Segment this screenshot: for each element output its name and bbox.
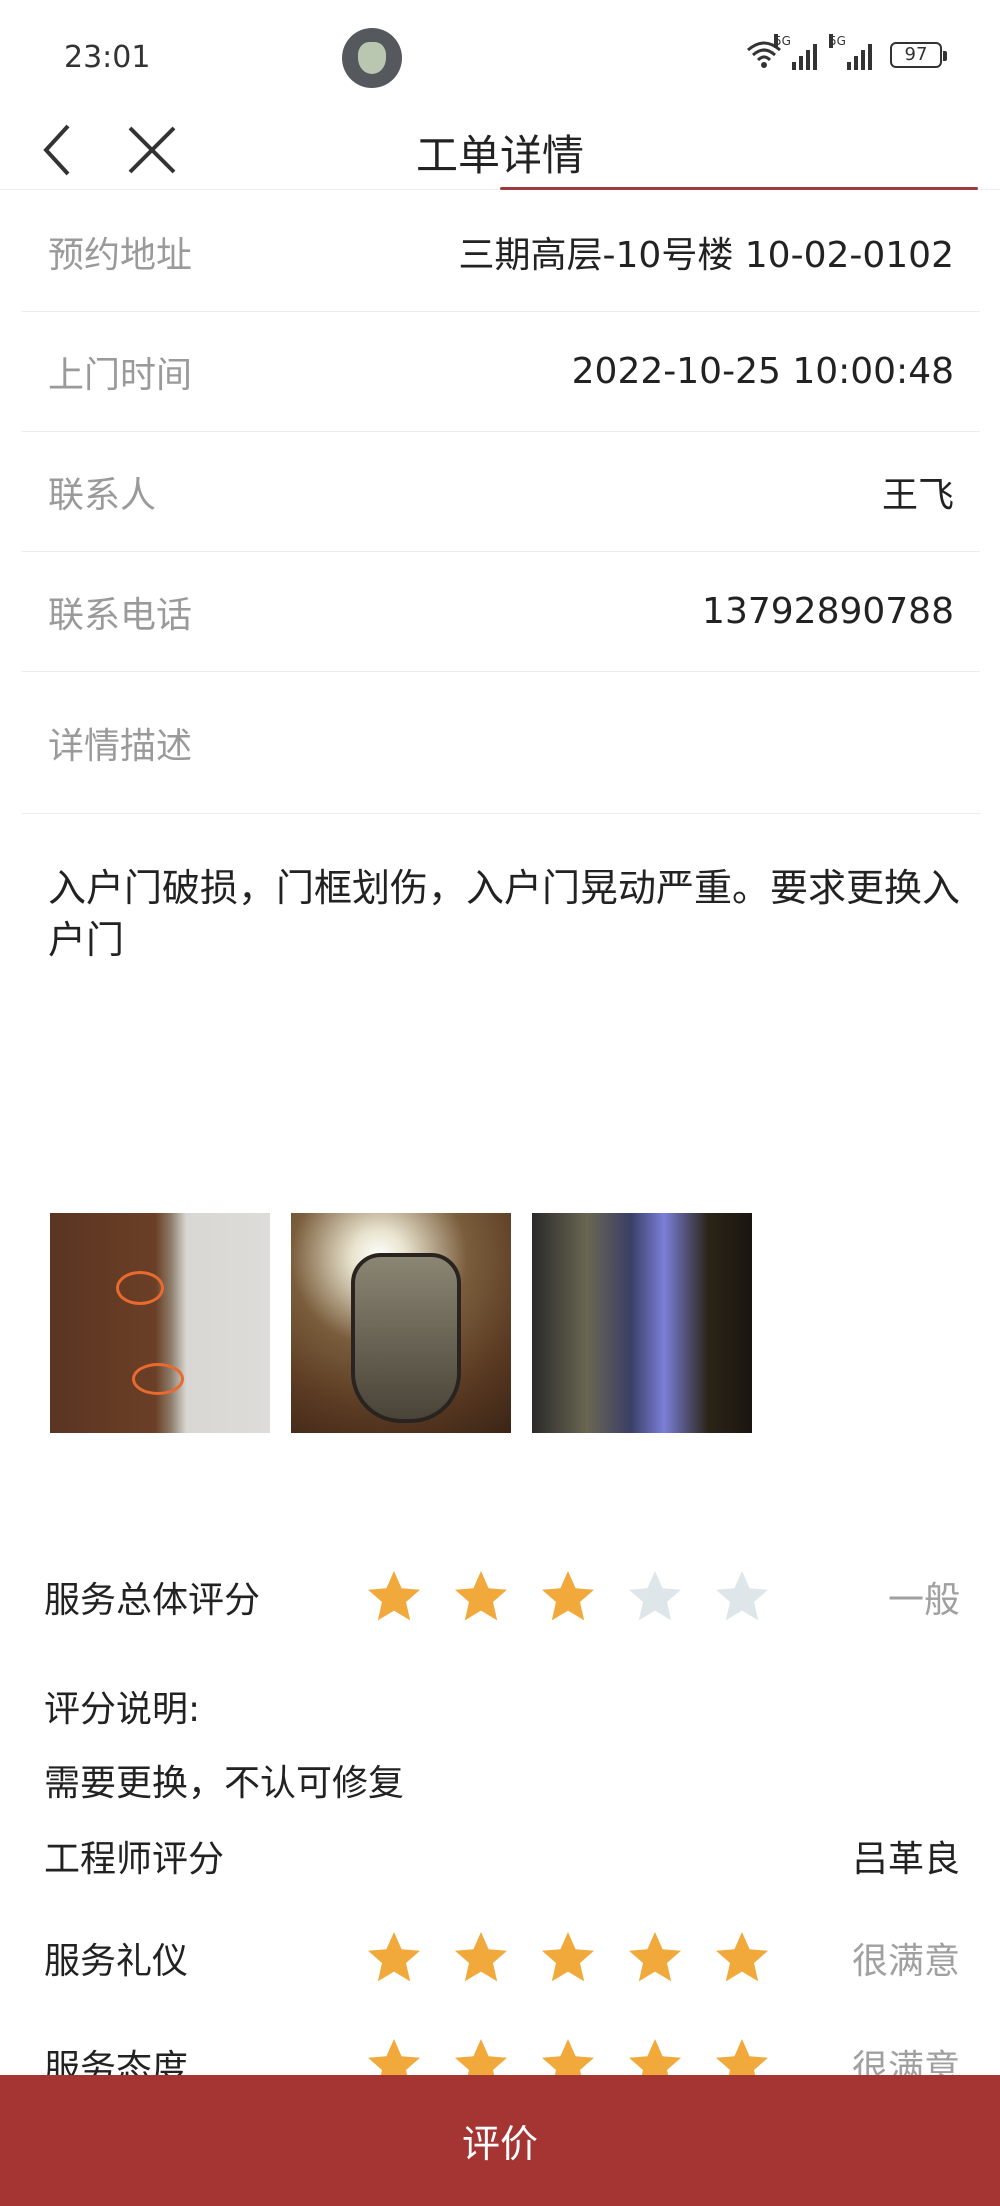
info-row-visit-time: 上门时间 2022-10-25 10:00:48 bbox=[22, 312, 980, 432]
star-rating[interactable] bbox=[364, 1928, 772, 1988]
info-row-phone[interactable]: 联系电话 13792890788 bbox=[22, 552, 980, 672]
engineer-label: 工程师评分 bbox=[44, 1839, 225, 1880]
star-empty-icon[interactable] bbox=[712, 1567, 772, 1627]
status-time: 23:01 bbox=[64, 40, 151, 75]
info-value: 2022-10-25 10:00:48 bbox=[571, 351, 954, 392]
photo-gallery bbox=[50, 1213, 752, 1433]
rating-overall: 服务总体评分 一般 bbox=[44, 1562, 960, 1632]
star-filled-icon[interactable] bbox=[538, 1567, 598, 1627]
rating-label: 服务总体评分 bbox=[44, 1580, 261, 1621]
signal-icon: 5G bbox=[829, 34, 872, 70]
notification-avatar-icon bbox=[342, 28, 402, 88]
description-text: 入户门破损，门框划伤，入户门晃动严重。要求更换入户门 bbox=[48, 866, 961, 962]
section-indicator bbox=[500, 187, 978, 190]
info-value: 三期高层-10号楼 10-02-0102 bbox=[458, 234, 954, 276]
star-filled-icon[interactable] bbox=[364, 1928, 424, 1988]
rating-label: 服务礼仪 bbox=[44, 1941, 189, 1982]
circle-mark bbox=[116, 1271, 164, 1305]
photo-thumbnail[interactable] bbox=[50, 1213, 270, 1433]
rating-word: 很满意 bbox=[851, 1941, 960, 1982]
info-row-description: 详情描述 bbox=[22, 672, 980, 814]
photo-thumbnail[interactable] bbox=[291, 1213, 511, 1433]
phone-link[interactable]: 13792890788 bbox=[702, 591, 954, 632]
info-row-address: 预约地址 三期高层-10号楼 10-02-0102 bbox=[22, 192, 980, 312]
lock-plate bbox=[351, 1253, 461, 1423]
star-empty-icon[interactable] bbox=[625, 1567, 685, 1627]
photo-thumbnail[interactable] bbox=[532, 1213, 752, 1433]
info-label: 联系电话 bbox=[48, 594, 193, 636]
star-rating[interactable] bbox=[364, 1567, 772, 1627]
info-label: 联系人 bbox=[48, 474, 157, 516]
rating-etiquette: 服务礼仪 很满意 bbox=[44, 1923, 960, 1993]
network-type-2: 5G bbox=[829, 34, 846, 48]
order-info-list: 预约地址 三期高层-10号楼 10-02-0102 上门时间 2022-10-2… bbox=[22, 192, 980, 814]
evaluate-button-label: 评价 bbox=[461, 2122, 538, 2166]
status-icons: 5G 5G 97 bbox=[746, 34, 947, 70]
comment-text: 需要更换，不认可修复 bbox=[44, 1763, 405, 1804]
star-filled-icon[interactable] bbox=[451, 1928, 511, 1988]
battery-icon: 97 bbox=[890, 42, 947, 68]
info-label: 详情描述 bbox=[48, 725, 193, 767]
signal-icon: 5G bbox=[774, 34, 817, 70]
info-label: 上门时间 bbox=[48, 354, 193, 396]
engineer-row: 工程师评分 吕革良 bbox=[44, 1830, 960, 1882]
network-type-1: 5G bbox=[774, 34, 791, 48]
star-filled-icon[interactable] bbox=[538, 1928, 598, 1988]
info-label: 预约地址 bbox=[48, 234, 193, 276]
info-value: 王飞 bbox=[881, 474, 954, 516]
status-bar: 23:01 5G 5G 97 bbox=[0, 0, 1000, 110]
page-title: 工单详情 bbox=[415, 131, 584, 180]
star-filled-icon[interactable] bbox=[364, 1567, 424, 1627]
nav-bar: 工单详情 bbox=[0, 110, 1000, 190]
star-filled-icon[interactable] bbox=[712, 1928, 772, 1988]
rating-word: 一般 bbox=[887, 1580, 960, 1621]
comment-label: 评分说明: bbox=[44, 1689, 201, 1730]
star-filled-icon[interactable] bbox=[625, 1928, 685, 1988]
info-row-contact: 联系人 王飞 bbox=[22, 432, 980, 552]
circle-mark bbox=[132, 1363, 184, 1395]
evaluate-button[interactable]: 评价 bbox=[0, 2075, 1000, 2206]
engineer-name: 吕革良 bbox=[851, 1839, 960, 1880]
star-filled-icon[interactable] bbox=[451, 1567, 511, 1627]
